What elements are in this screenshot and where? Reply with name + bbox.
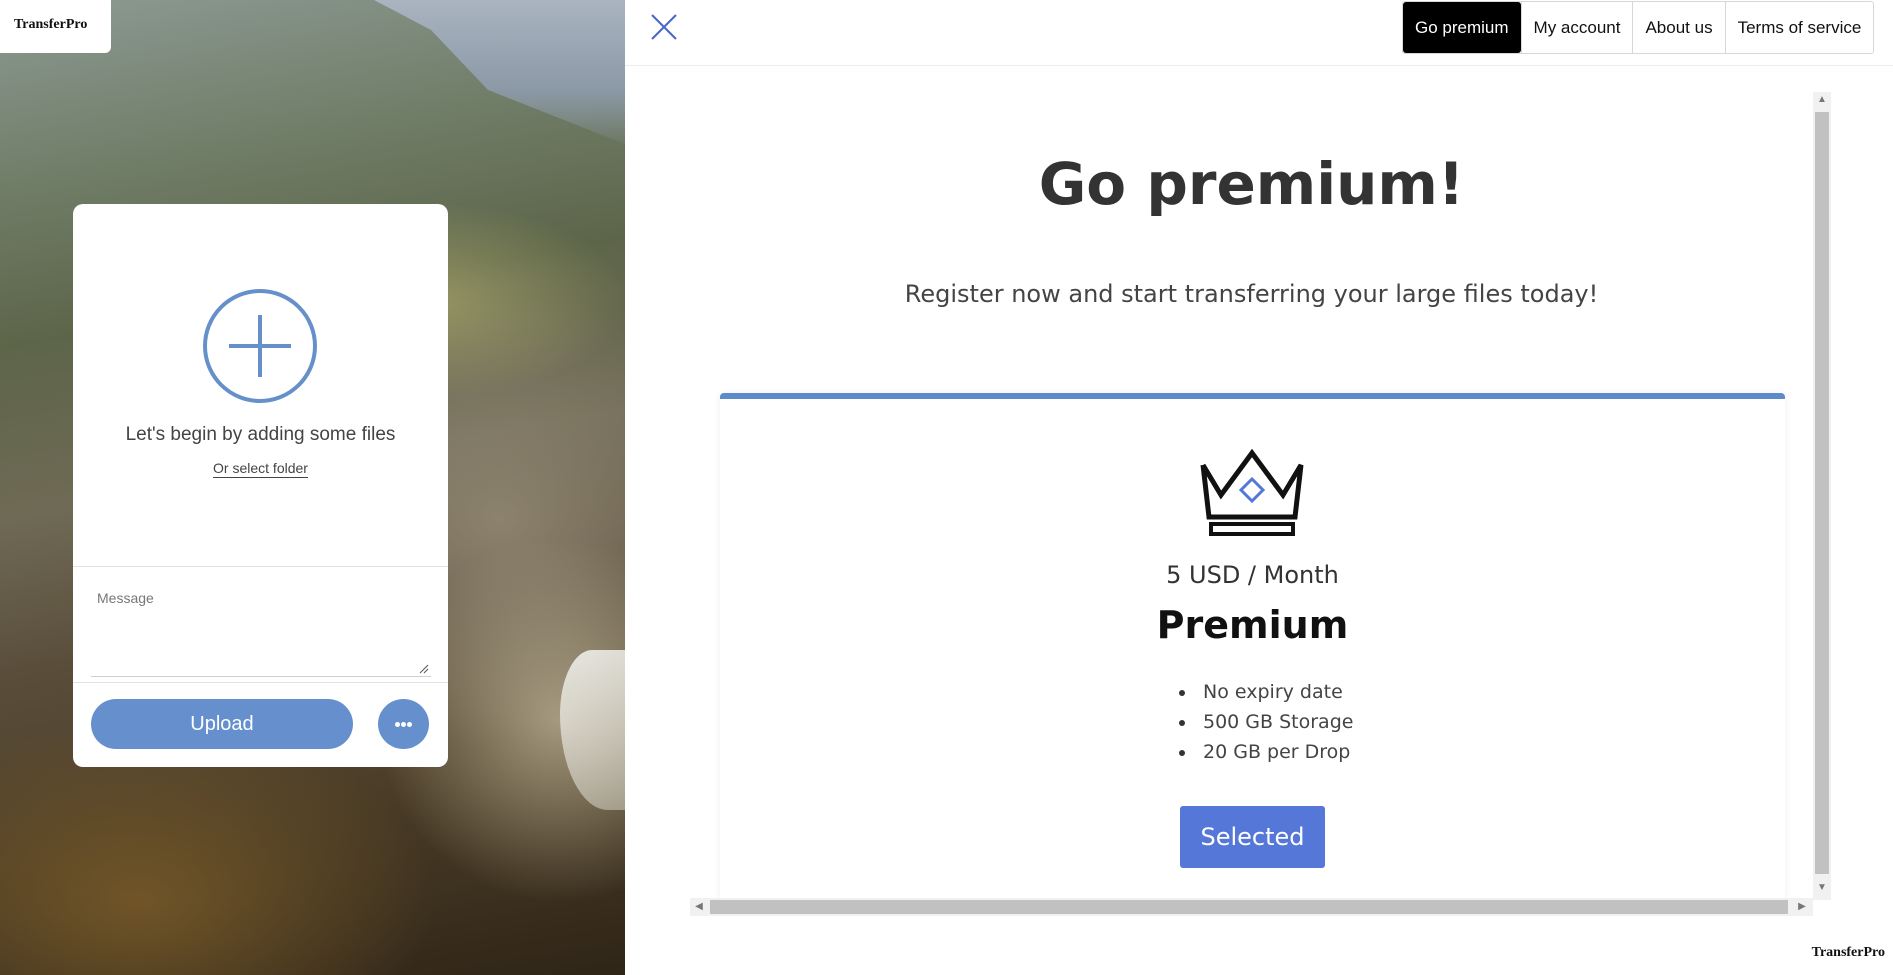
vertical-scrollbar[interactable]: ▲ ▼ — [1813, 92, 1831, 900]
feature-item: 20 GB per Drop — [1175, 737, 1353, 767]
horizontal-scrollbar[interactable]: ◀ ▶ — [690, 898, 1813, 916]
nav-terms-of-service[interactable]: Terms of service — [1724, 2, 1874, 53]
scroll-left-icon[interactable]: ◀ — [690, 901, 708, 912]
nav-about-us[interactable]: About us — [1632, 2, 1725, 53]
top-nav: Go premium My account About us Terms of … — [1402, 1, 1875, 54]
message-field[interactable]: Message — [91, 582, 431, 677]
scroll-up-icon[interactable]: ▲ — [1813, 94, 1831, 105]
horizontal-scroll-thumb[interactable] — [710, 900, 1788, 914]
message-placeholder: Message — [97, 590, 154, 606]
feature-item: No expiry date — [1175, 677, 1353, 707]
page-subtitle: Register now and start transferring your… — [904, 280, 1599, 308]
nav-my-account[interactable]: My account — [1520, 2, 1633, 53]
feature-item: 500 GB Storage — [1175, 707, 1353, 737]
vertical-scroll-thumb[interactable] — [1815, 112, 1829, 874]
select-folder-link[interactable]: Or select folder — [213, 460, 308, 478]
scroll-down-icon[interactable]: ▼ — [1813, 882, 1831, 893]
premium-panel: Go premium! Register now and start trans… — [690, 92, 1813, 900]
plan-name: Premium — [1156, 603, 1349, 647]
close-icon[interactable] — [649, 12, 679, 42]
more-dots-icon — [395, 722, 400, 727]
crown-icon — [1200, 448, 1304, 536]
footer-logo[interactable]: TransferPro — [1790, 945, 1885, 961]
select-folder-link-wrap: Or select folder — [73, 460, 448, 478]
upload-card: Let's begin by adding some files Or sele… — [73, 204, 448, 767]
add-files-text: Let's begin by adding some files — [125, 424, 396, 445]
plan-card: 5 USD / Month Premium No expiry date 500… — [720, 393, 1785, 900]
more-dots-icon — [407, 722, 412, 727]
background-surf — [560, 650, 625, 810]
background-sky — [374, 0, 625, 150]
selected-button[interactable]: Selected — [1180, 806, 1325, 868]
resize-handle-icon[interactable] — [419, 664, 429, 674]
upload-button[interactable]: Upload — [91, 699, 353, 749]
plan-price: 5 USD / Month — [1166, 561, 1339, 589]
nav-go-premium[interactable]: Go premium — [1403, 2, 1521, 53]
header-divider — [625, 65, 1893, 66]
plus-circle-icon[interactable] — [203, 289, 317, 403]
page-title: Go premium! — [1038, 150, 1465, 218]
more-options-button[interactable] — [378, 699, 429, 749]
divider — [73, 682, 448, 683]
more-dots-icon — [401, 722, 406, 727]
scroll-right-icon[interactable]: ▶ — [1793, 901, 1811, 912]
plan-features: No expiry date 500 GB Storage 20 GB per … — [1175, 677, 1353, 767]
app-logo[interactable]: TransferPro — [0, 0, 111, 53]
divider — [73, 566, 448, 567]
